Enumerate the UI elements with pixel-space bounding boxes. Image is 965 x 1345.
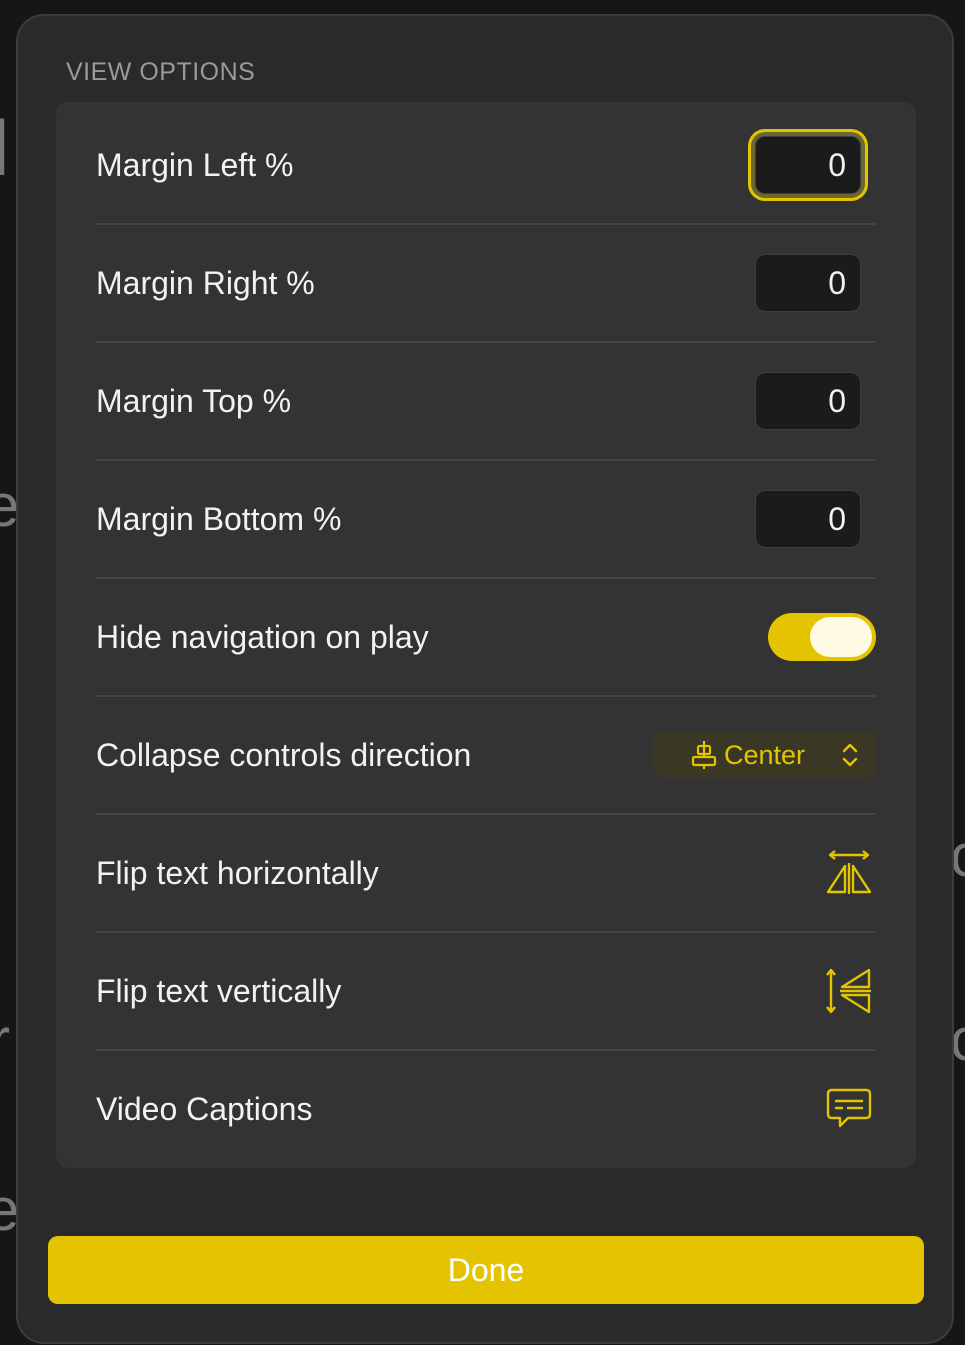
captions-icon[interactable] [824, 1084, 874, 1134]
margin-left-input[interactable]: 0 [755, 136, 861, 194]
flip-horizontal-label: Flip text horizontally [96, 854, 379, 891]
collapse-direction-label: Collapse controls direction [96, 736, 472, 773]
align-center-icon [691, 741, 717, 769]
flip-horizontal-icon[interactable] [824, 848, 874, 898]
video-captions-label: Video Captions [96, 1090, 313, 1127]
flip-vertical-label: Flip text vertically [96, 972, 342, 1009]
options-group: Margin Left % 0 Margin Right % 0 Margin … [56, 102, 916, 1168]
row-video-captions: Video Captions [96, 1050, 876, 1168]
row-flip-vertical: Flip text vertically [96, 932, 876, 1050]
background-glyph: r [0, 1010, 10, 1070]
collapse-direction-value: Center [724, 739, 806, 770]
row-margin-right: Margin Right % 0 [96, 224, 876, 342]
row-flip-horizontal: Flip text horizontally [96, 814, 876, 932]
margin-bottom-label: Margin Bottom % [96, 500, 342, 537]
done-button[interactable]: Done [48, 1236, 924, 1304]
hide-navigation-toggle[interactable] [768, 613, 876, 661]
row-margin-left: Margin Left % 0 [96, 106, 876, 224]
row-margin-top: Margin Top % 0 [96, 342, 876, 460]
flip-vertical-icon[interactable] [824, 966, 874, 1016]
margin-left-label: Margin Left % [96, 146, 294, 183]
collapse-direction-select[interactable]: Center [654, 732, 876, 778]
margin-right-label: Margin Right % [96, 264, 315, 301]
view-options-sheet: VIEW OPTIONS Margin Left % 0 Margin Righ… [16, 14, 954, 1344]
chevron-up-down-icon [842, 743, 858, 767]
section-title: VIEW OPTIONS [66, 58, 256, 86]
margin-right-input[interactable]: 0 [755, 254, 861, 312]
row-collapse-direction: Collapse controls direction Center [96, 696, 876, 814]
margin-top-input[interactable]: 0 [755, 372, 861, 430]
row-hide-navigation: Hide navigation on play [96, 578, 876, 696]
toggle-knob [810, 617, 872, 657]
hide-navigation-label: Hide navigation on play [96, 618, 429, 655]
background-glyph: | [0, 108, 10, 175]
margin-top-label: Margin Top % [96, 382, 292, 419]
margin-bottom-input[interactable]: 0 [755, 490, 861, 548]
row-margin-bottom: Margin Bottom % 0 [96, 460, 876, 578]
